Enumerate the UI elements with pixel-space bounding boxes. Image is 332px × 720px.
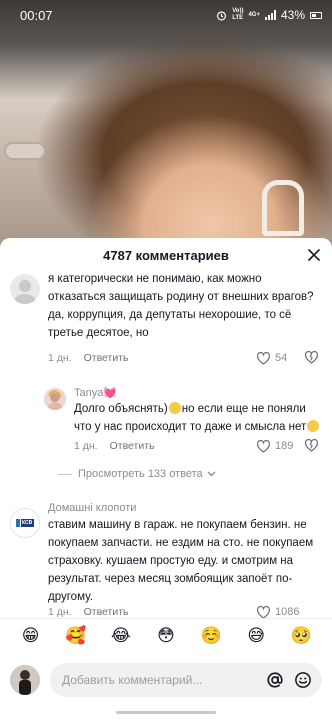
avatar-text: КСВ xyxy=(22,520,33,526)
comment-username[interactable]: Tanya💓 xyxy=(74,386,117,399)
grinning-sweat-emoji-icon xyxy=(168,402,181,414)
battery-icon xyxy=(310,11,322,19)
reply-button[interactable]: Ответить xyxy=(84,606,129,618)
profile-photo-icon xyxy=(44,388,66,410)
comment-meta: 1 дн. Ответить xyxy=(48,352,129,364)
network-type: 4G+ xyxy=(248,11,260,18)
broken-heart-icon xyxy=(304,350,319,364)
like-count: 54 xyxy=(275,352,288,364)
like-count: 189 xyxy=(275,440,294,452)
emoji-grin-button[interactable]: 😁 xyxy=(19,624,43,648)
like-button[interactable]: 54 xyxy=(256,351,287,365)
heart-icon xyxy=(256,351,271,365)
comment-time: 1 дн. xyxy=(48,606,72,618)
comment-meta: 1 дн. Ответить xyxy=(74,440,155,452)
home-indicator[interactable] xyxy=(116,711,216,714)
comment-time: 1 дн. xyxy=(48,352,72,364)
comment-text: я категорически не понимаю, как можно от… xyxy=(48,273,314,339)
close-button[interactable] xyxy=(306,247,322,263)
sheet-divider xyxy=(0,618,332,619)
at-sign-icon xyxy=(267,672,283,688)
commenter-avatar[interactable] xyxy=(44,388,66,410)
status-time: 00:07 xyxy=(20,7,53,23)
view-replies-label: Просмотреть 133 ответа xyxy=(78,468,203,480)
profile-photo-icon xyxy=(10,665,40,695)
comment-input-row xyxy=(0,656,332,704)
reply-item: Tanya💓 Долго объяснять) но если еще не по… xyxy=(0,382,332,462)
like-button[interactable]: 189 xyxy=(256,439,293,453)
close-icon xyxy=(308,249,320,261)
comment-username[interactable]: Домашні клопоти xyxy=(48,502,136,514)
heart-icon xyxy=(256,439,271,453)
commenter-avatar[interactable] xyxy=(10,274,40,304)
emoji-sweat-button[interactable]: 😅 xyxy=(244,624,268,648)
network-label: Vo)) LTE xyxy=(232,8,244,21)
comment-time: 1 дн. xyxy=(74,440,98,452)
heart-icon xyxy=(256,605,271,619)
video-ceiling-light xyxy=(4,142,46,160)
reply-button[interactable]: Ответить xyxy=(110,440,155,452)
comment-text: Долго объяснять) но если еще не поняли чт… xyxy=(74,400,322,436)
emoji-hearts-button[interactable]: 🥰 xyxy=(64,624,88,648)
relieved-face-emoji-icon xyxy=(307,420,320,432)
battery-percent: 43% xyxy=(280,8,305,22)
emoji-blush-button[interactable]: ☺️ xyxy=(199,624,223,648)
view-replies-button[interactable]: Просмотреть 133 ответа xyxy=(58,468,216,480)
sheet-header: 4787 комментариев xyxy=(0,238,332,272)
dislike-button[interactable] xyxy=(304,438,319,457)
video-background xyxy=(0,0,332,250)
mention-button[interactable] xyxy=(264,669,286,691)
comment-text: ставим машину в гараж. не покупаем бензи… xyxy=(48,519,314,603)
comment-item: я категорически не понимаю, как можно от… xyxy=(0,272,332,372)
replies-divider-line xyxy=(58,473,72,475)
like-count: 1086 xyxy=(275,606,300,618)
emoji-quick-bar: 😁 🥰 😂 😳 ☺️ 😅 🥺 xyxy=(0,620,332,652)
comment-item: КСВ Домашні клопоти ставим машину в гара… xyxy=(0,500,332,620)
dislike-button[interactable] xyxy=(304,350,319,369)
smiley-icon xyxy=(295,672,311,688)
like-button[interactable]: 1086 xyxy=(256,605,299,619)
commenter-avatar[interactable]: КСВ xyxy=(10,508,40,538)
emoji-flushed-button[interactable]: 😳 xyxy=(154,624,178,648)
default-avatar-icon xyxy=(14,280,36,304)
emoji-joy-button[interactable]: 😂 xyxy=(109,624,133,648)
signal-icon xyxy=(264,10,276,20)
video-car-handle xyxy=(262,180,304,236)
emoji-picker-button[interactable] xyxy=(292,669,314,691)
comments-count-title: 4787 комментариев xyxy=(103,247,229,263)
my-avatar[interactable] xyxy=(10,665,40,695)
chevron-down-icon xyxy=(207,471,216,477)
status-icons: Vo)) LTE 4G+ 43% xyxy=(216,8,322,22)
reply-button[interactable]: Ответить xyxy=(84,352,129,364)
alarm-icon xyxy=(217,10,227,20)
comment-meta: 1 дн. Ответить xyxy=(48,606,129,618)
emoji-pleading-button[interactable]: 🥺 xyxy=(289,624,313,648)
broken-heart-icon xyxy=(304,438,319,452)
comment-input[interactable] xyxy=(62,673,258,687)
comment-input-box[interactable] xyxy=(50,663,322,697)
status-bar: 00:07 Vo)) LTE 4G+ 43% xyxy=(0,0,332,30)
